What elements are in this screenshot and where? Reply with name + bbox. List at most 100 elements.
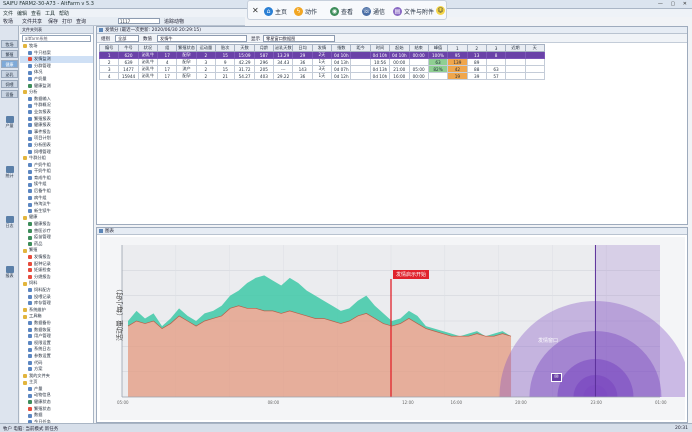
tree-item[interactable]: 数据恢复	[20, 327, 93, 334]
menu-view[interactable]: 查看	[31, 10, 41, 17]
tree-item[interactable]: 数据	[20, 412, 93, 419]
file-share-button[interactable]: 文件共享	[22, 18, 42, 25]
column-header[interactable]: 结束	[408, 44, 429, 52]
tree-item[interactable]: 牛群分组	[20, 155, 93, 162]
tree-item[interactable]: 体况	[20, 69, 93, 76]
tree-item[interactable]: 工具箱	[20, 313, 93, 320]
nav-reports[interactable]: 报表	[1, 266, 18, 280]
nav-tab-farm[interactable]: 牧场	[1, 40, 18, 48]
tree-item[interactable]: 育成牛组	[20, 175, 93, 182]
tree-item[interactable]: 疫苗管理	[20, 234, 93, 241]
tree-item[interactable]: 犊牛组	[20, 181, 93, 188]
tree-item[interactable]: 牛只档案	[20, 50, 93, 57]
column-header[interactable]: 编号	[98, 44, 120, 52]
nav-logs[interactable]: 日志	[1, 216, 18, 230]
tree-item[interactable]: 饲料	[20, 280, 93, 287]
group-filter-select[interactable]: 全部	[115, 35, 139, 42]
files-attachments-button[interactable]: ▤ 文件与附件	[393, 6, 434, 16]
tree-item[interactable]: 数据输入	[20, 96, 93, 103]
track-animal-button[interactable]: 追踪动物	[164, 18, 184, 25]
column-header[interactable]: 月龄	[253, 44, 275, 52]
table-row[interactable]: 2 639 泌乳牛 4 配孕 3 9 42.29 296 34.43 36 1天 0d 13h 10:56…	[98, 58, 546, 66]
tree-item[interactable]: 分群管理	[20, 63, 93, 70]
tree-item[interactable]: 参数设置	[20, 353, 93, 360]
tree-item[interactable]: 数据备份	[20, 320, 93, 327]
column-header[interactable]: 指数	[331, 44, 352, 52]
tree-item[interactable]: 健康报告	[20, 221, 93, 228]
nav-tab-breeding[interactable]: 繁殖	[1, 50, 18, 58]
tree-item[interactable]: 妊娠检查	[20, 267, 93, 274]
column-header[interactable]: 组	[157, 44, 178, 52]
tree-item[interactable]: 系统日志	[20, 346, 93, 353]
action-button[interactable]: ϟ 动作	[294, 6, 317, 16]
view-button[interactable]: ◉ 查看	[330, 6, 353, 16]
tree-item[interactable]: 代码	[20, 360, 93, 367]
smiley-icon[interactable]: ☺	[436, 6, 445, 15]
menu-edit[interactable]: 编辑	[17, 10, 27, 17]
column-header[interactable]: 状况	[137, 44, 159, 52]
column-header[interactable]: 2	[466, 44, 487, 52]
menu-help[interactable]: 帮助	[59, 10, 69, 17]
heat-window-icon[interactable]: ✉	[551, 373, 562, 382]
nav-tab-lactation[interactable]: 泌乳	[1, 70, 18, 78]
column-header[interactable]: 繁殖状态	[176, 44, 197, 52]
tree-item[interactable]: 权限设置	[20, 340, 93, 347]
column-header[interactable]: 近期	[505, 44, 526, 52]
display-filter-select[interactable]: 零星窗口数据图	[263, 35, 335, 42]
nav-statistics[interactable]: 统计	[1, 166, 18, 180]
tree-item[interactable]: 项目计划	[20, 135, 93, 142]
tree-item[interactable]: 牧场	[20, 43, 93, 50]
tree-item[interactable]: 待淘汰牛	[20, 201, 93, 208]
tree-item[interactable]: 后备牛组	[20, 188, 93, 195]
tree-item[interactable]: 牛群概况	[20, 102, 93, 109]
nav-tab-equipment[interactable]: 设备	[1, 90, 18, 98]
tree-item[interactable]: 主页	[20, 379, 93, 386]
tree-item[interactable]: 分析图表	[20, 142, 93, 149]
menu-file[interactable]: 文件	[3, 10, 13, 17]
column-header[interactable]: 天数	[234, 44, 255, 52]
tree-item[interactable]: 健康	[20, 214, 93, 221]
column-header[interactable]: 天	[524, 44, 546, 52]
tree-item[interactable]: 分析	[20, 89, 93, 96]
tree-item[interactable]: 发情监测	[20, 56, 93, 63]
tree-item[interactable]: 方案	[20, 366, 93, 373]
close-icon[interactable]: ✕	[252, 6, 259, 15]
column-header[interactable]: 发情	[311, 44, 333, 52]
column-header[interactable]: 起始	[389, 44, 410, 52]
tree-item[interactable]: 投喂记录	[20, 294, 93, 301]
tree-item[interactable]: 健康报表	[20, 122, 93, 129]
tree-item[interactable]: 产奶牛组	[20, 162, 93, 169]
tree-item[interactable]: 用户管理	[20, 333, 93, 340]
nav-production[interactable]: 产量	[1, 116, 18, 130]
tree-item[interactable]: 产量	[20, 386, 93, 393]
tree-item[interactable]: 繁殖报表	[20, 116, 93, 123]
tree-item[interactable]: 业务报表	[20, 109, 93, 116]
print-button[interactable]: 打印	[62, 18, 72, 25]
column-header[interactable]: 胎次	[215, 44, 236, 52]
tree-item[interactable]: 繁殖	[20, 247, 93, 254]
column-header[interactable]: 泌乳天数	[273, 44, 294, 52]
tree-search-input[interactable]: altfarm系统	[22, 35, 91, 42]
table-row[interactable]: 3 1477 泌乳牛 17 流产 2 15 31.72 205 --- 143 3天 0d 07h 0d …	[98, 65, 546, 73]
nav-tab-health[interactable]: 健康	[1, 60, 18, 68]
tree-item[interactable]: 发情报告	[20, 254, 93, 261]
tree-item[interactable]: 事件报告	[20, 129, 93, 136]
column-header[interactable]: 3	[485, 44, 507, 52]
tree-item[interactable]: 繁殖状态	[20, 406, 93, 413]
column-header[interactable]: 峰值	[427, 44, 449, 52]
column-header[interactable]: 运动量	[195, 44, 217, 52]
window-controls[interactable]: — ▢ ✕	[658, 1, 690, 7]
tree-item[interactable]: 干奶牛组	[20, 168, 93, 175]
table-row[interactable]: 1 620 泌乳牛 17 配孕 2 15 15:09 587 13.29 29 2天 0d 10h 0d …	[98, 51, 546, 59]
animal-search-input[interactable]: 1117	[118, 18, 160, 24]
tree-item[interactable]: 病牛组	[20, 195, 93, 202]
column-header[interactable]: 牛号	[118, 44, 139, 52]
tree-item[interactable]: 兽医诊疗	[20, 228, 93, 235]
tree-item[interactable]: 配种记录	[20, 261, 93, 268]
nav-tab-feeding[interactable]: 饲喂	[1, 80, 18, 88]
tree-item[interactable]: 健康状态	[20, 399, 93, 406]
tree-item[interactable]: 库存管理	[20, 300, 93, 307]
value-filter-select[interactable]: 发情牛	[157, 35, 247, 42]
column-header[interactable]: 时间	[369, 44, 391, 52]
table-row[interactable]: 4 15944 泌乳牛 17 配孕 2 21 54.27 403 29.22 36 1天 0d 12h 0…	[98, 72, 546, 80]
